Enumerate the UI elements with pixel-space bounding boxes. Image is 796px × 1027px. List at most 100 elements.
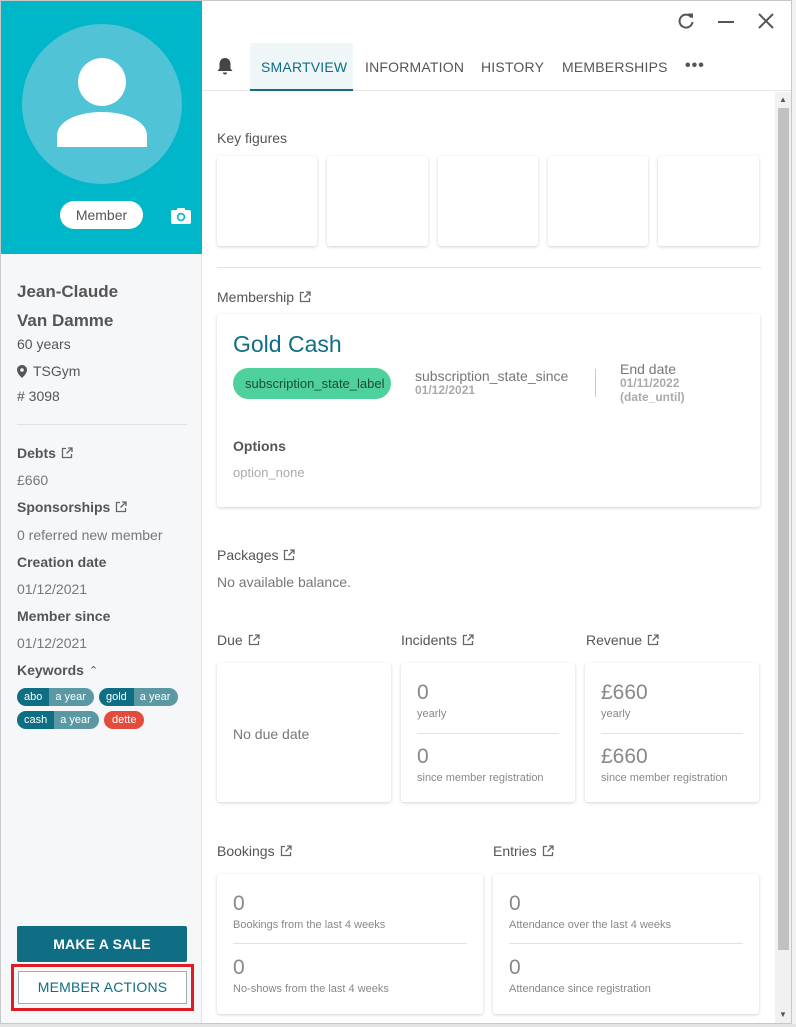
keyword-key: gold — [99, 688, 134, 706]
bookings-title: Bookings — [217, 843, 275, 859]
divider — [601, 733, 743, 734]
avatar[interactable] — [22, 24, 182, 184]
divider — [233, 943, 467, 944]
subscription-state-badge: subscription_state_label — [233, 368, 391, 399]
divider — [217, 267, 761, 268]
bookings-recent-label: Bookings from the last 4 weeks — [233, 919, 386, 931]
revenue-title: Revenue — [586, 632, 643, 648]
incidents-yearly-value: 0 — [417, 681, 429, 704]
keywords-toggle[interactable]: Keywords ⌃ — [17, 662, 98, 678]
external-link-icon — [61, 447, 73, 459]
due-link[interactable]: Due — [217, 632, 260, 648]
member-since-value: 01/12/2021 — [17, 635, 88, 651]
bookings-link[interactable]: Bookings — [217, 843, 292, 859]
incidents-total-value: 0 — [417, 745, 429, 768]
end-date-value: 01/11/2022 (date_until) — [620, 376, 685, 404]
chevron-up-icon: ⌃ — [88, 664, 99, 677]
member-sidebar: Member Jean-Claude Van Damme 60 years TS… — [1, 1, 202, 1023]
due-title: Due — [217, 632, 243, 648]
membership-name[interactable]: Gold Cash — [233, 331, 342, 358]
keyword-value: a year — [133, 688, 179, 706]
creation-date-value: 01/12/2021 — [17, 581, 88, 597]
options-value: option_none — [233, 465, 305, 480]
refresh-icon[interactable] — [676, 11, 696, 31]
end-date-label: End date — [620, 361, 677, 377]
entries-recent-label: Attendance over the last 4 weeks — [509, 919, 672, 931]
tab-memberships[interactable]: MEMBERSHIPS — [562, 59, 668, 75]
external-link-icon — [116, 501, 128, 513]
bell-icon[interactable] — [215, 56, 235, 76]
keyword-tag-gold[interactable]: gold a year — [99, 688, 179, 706]
sponsorships-label: Sponsorships — [17, 499, 111, 515]
due-value: No due date — [233, 726, 310, 742]
close-icon[interactable] — [756, 11, 776, 31]
scroll-up-arrow[interactable]: ▲ — [779, 95, 787, 104]
divider — [417, 733, 559, 734]
member-header: Member — [1, 1, 202, 254]
tab-history[interactable]: HISTORY — [481, 59, 544, 75]
packages-link[interactable]: Packages — [217, 547, 296, 563]
creation-date-label: Creation date — [17, 554, 107, 570]
scroll-down-arrow[interactable]: ▼ — [779, 1010, 787, 1019]
keyword-tag-cash[interactable]: cash a year — [17, 711, 99, 729]
entries-total-label: Attendance since registration — [509, 983, 651, 995]
debts-label: Debts — [17, 445, 56, 461]
bookings-recent-value: 0 — [233, 892, 245, 915]
external-link-icon — [280, 845, 292, 857]
member-since-label: Member since — [17, 608, 111, 624]
incidents-title: Incidents — [401, 632, 458, 648]
keyword-key: cash — [17, 711, 55, 729]
entries-recent-value: 0 — [509, 892, 521, 915]
incidents-link[interactable]: Incidents — [401, 632, 474, 648]
entries-link[interactable]: Entries — [493, 843, 554, 859]
divider — [595, 369, 596, 397]
revenue-yearly-value: £660 — [601, 681, 648, 704]
active-tab-underline — [250, 89, 353, 91]
revenue-yearly-label: yearly — [601, 708, 631, 720]
location-pin-icon — [17, 364, 27, 378]
tab-information[interactable]: INFORMATION — [365, 59, 464, 75]
highlight-box: MEMBER ACTIONS — [11, 964, 194, 1011]
entries-total-value: 0 — [509, 956, 521, 979]
revenue-total-label: since member registration — [601, 772, 728, 784]
external-link-icon — [462, 634, 474, 646]
scrollbar-thumb[interactable] — [778, 108, 789, 950]
member-location: TSGym — [17, 363, 80, 379]
member-actions-button[interactable]: MEMBER ACTIONS — [18, 971, 187, 1004]
bookings-noshow-value: 0 — [233, 956, 245, 979]
keyword-key: abo — [17, 688, 50, 706]
make-sale-button[interactable]: MAKE A SALE — [17, 926, 187, 962]
camera-icon[interactable] — [170, 207, 192, 225]
member-last-name: Van Damme — [17, 311, 114, 330]
sponsorships-value: 0 referred new member — [17, 527, 163, 543]
sponsorships-link[interactable]: Sponsorships — [17, 499, 128, 515]
debts-link[interactable]: Debts — [17, 445, 73, 461]
options-label: Options — [233, 438, 286, 454]
key-figure-card — [438, 156, 538, 246]
membership-link[interactable]: Membership — [217, 289, 311, 305]
external-link-icon — [542, 845, 554, 857]
keyword-value: a year — [54, 711, 99, 729]
key-figure-card — [327, 156, 428, 246]
revenue-link[interactable]: Revenue — [586, 632, 659, 648]
minimize-icon[interactable] — [716, 11, 736, 31]
debts-value: £660 — [17, 472, 49, 488]
packages-value: No available balance. — [217, 574, 351, 590]
revenue-total-value: £660 — [601, 745, 648, 768]
keyword-tag-dette[interactable]: dette — [104, 711, 145, 729]
member-age: 60 years — [17, 336, 71, 352]
tab-smartview[interactable]: SMARTVIEW — [261, 59, 347, 75]
subscription-state-since-label: subscription_state_since — [415, 368, 569, 384]
keyword-tag-abo[interactable]: abo a year — [17, 688, 94, 706]
member-window: Member Jean-Claude Van Damme 60 years TS… — [0, 0, 792, 1024]
entries-title: Entries — [493, 843, 537, 859]
more-tabs-button[interactable]: ••• — [685, 57, 705, 75]
keywords-label: Keywords — [17, 662, 84, 678]
key-figure-card — [548, 156, 648, 246]
packages-title: Packages — [217, 547, 279, 563]
membership-title: Membership — [217, 289, 295, 305]
bookings-noshow-label: No-shows from the last 4 weeks — [233, 983, 389, 995]
member-status-chip: Member — [60, 201, 143, 229]
member-name: Jean-Claude Van Damme — [17, 277, 118, 335]
key-figure-card — [217, 156, 317, 246]
